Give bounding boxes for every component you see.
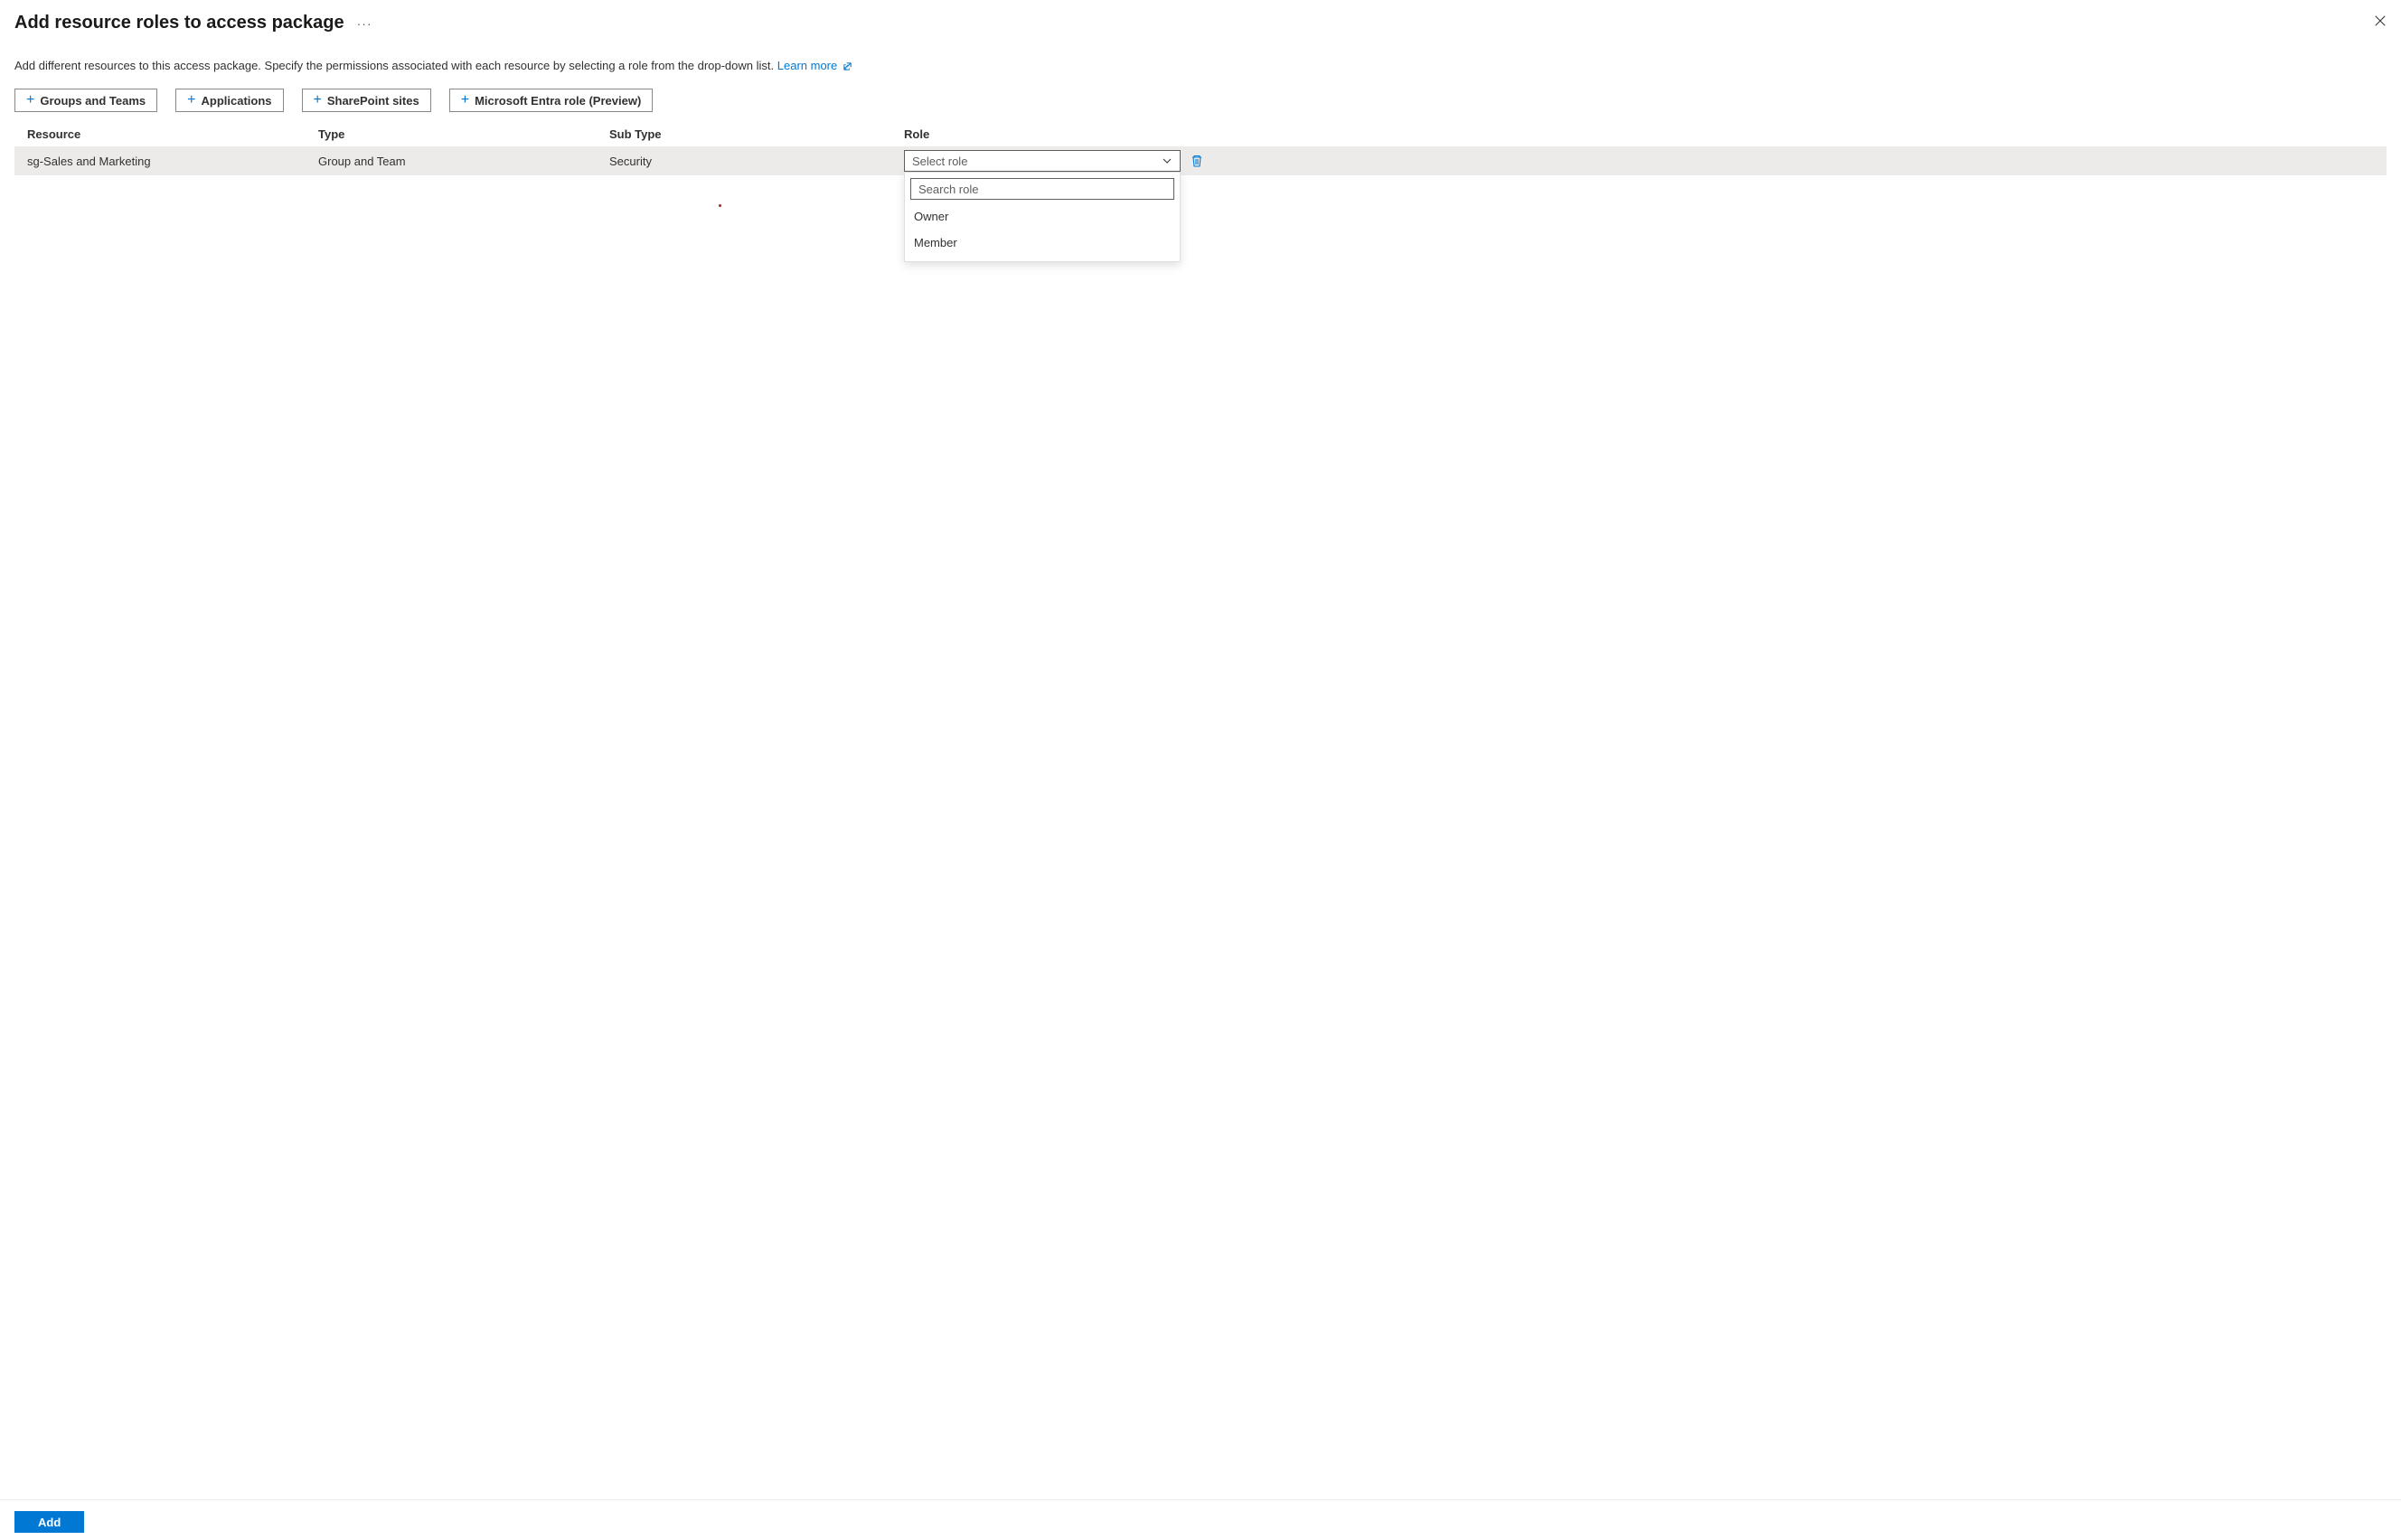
plus-icon: + xyxy=(314,93,322,108)
plus-icon: + xyxy=(26,93,34,108)
role-dropdown-panel: Owner Member xyxy=(904,172,1181,262)
more-actions-icon[interactable]: ··· xyxy=(357,17,372,30)
description-text: Add different resources to this access p… xyxy=(14,59,777,72)
table-row: sg-Sales and Marketing Group and Team Se… xyxy=(14,146,2387,175)
external-link-icon xyxy=(843,61,852,71)
col-header-role: Role xyxy=(904,127,1184,141)
cell-resource: sg-Sales and Marketing xyxy=(27,155,318,168)
add-groups-teams-button[interactable]: + Groups and Teams xyxy=(14,89,157,112)
delete-row-button[interactable] xyxy=(1190,154,1204,168)
page-title: Add resource roles to access package xyxy=(14,13,344,33)
role-option-owner[interactable]: Owner xyxy=(910,203,1174,230)
add-sharepoint-button[interactable]: + SharePoint sites xyxy=(302,89,431,112)
red-dot-marker xyxy=(719,204,721,207)
resource-type-toolbar: + Groups and Teams + Applications + Shar… xyxy=(0,89,2401,123)
close-icon xyxy=(2374,14,2387,27)
role-select-dropdown[interactable]: Select role xyxy=(904,150,1181,172)
plus-icon: + xyxy=(461,93,469,108)
cell-role: Select role Owner Member xyxy=(904,150,1184,172)
role-option-member[interactable]: Member xyxy=(910,230,1174,256)
panel-footer: Add xyxy=(0,1499,2401,1540)
cell-subtype: Security xyxy=(609,155,904,168)
col-header-subtype: Sub Type xyxy=(609,127,904,141)
trash-icon xyxy=(1190,154,1204,168)
resources-table: Resource Type Sub Type Role sg-Sales and… xyxy=(0,123,2401,1499)
learn-more-link[interactable]: Learn more xyxy=(777,59,852,72)
chevron-down-icon xyxy=(1162,155,1172,166)
role-search-input[interactable] xyxy=(910,178,1174,200)
col-header-resource: Resource xyxy=(27,127,318,141)
plus-icon: + xyxy=(187,93,195,108)
add-applications-button[interactable]: + Applications xyxy=(175,89,283,112)
add-entra-role-button[interactable]: + Microsoft Entra role (Preview) xyxy=(449,89,654,112)
col-header-type: Type xyxy=(318,127,609,141)
cell-type: Group and Team xyxy=(318,155,609,168)
add-button[interactable]: Add xyxy=(14,1511,84,1533)
table-header-row: Resource Type Sub Type Role xyxy=(14,123,2387,146)
close-button[interactable] xyxy=(2372,13,2388,29)
role-select-placeholder: Select role xyxy=(912,155,967,168)
